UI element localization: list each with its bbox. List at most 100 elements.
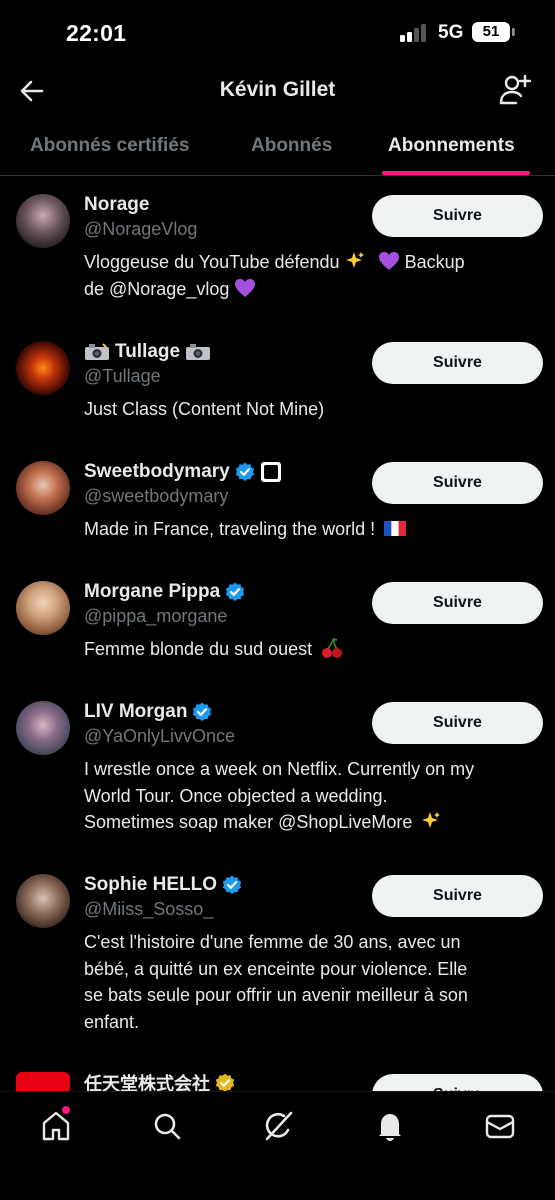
list-item[interactable]: LIV Morgan @YaOnlyLivvOnce I wrestle onc… [0, 683, 555, 856]
user-handle[interactable]: @Tullage [84, 366, 161, 387]
follow-button[interactable]: Suivre [372, 1074, 543, 1091]
user-handle[interactable]: @Miiss_Sosso_ [84, 899, 213, 920]
user-handle[interactable]: @YaOnlyLivvOnce [84, 726, 235, 747]
network-type: 5G [438, 22, 464, 43]
nav-grok[interactable] [260, 1108, 296, 1144]
user-handle[interactable]: @pippa_morgane [84, 606, 227, 627]
nav-search[interactable] [149, 1108, 185, 1144]
add-user-icon [499, 74, 532, 105]
tab-bar: Abonnés certifiés Abonnés Abonnements [0, 118, 555, 176]
follow-button[interactable]: Suivre [372, 342, 543, 384]
user-bio: Made in France, traveling the world ! [84, 516, 539, 543]
follow-button[interactable]: Suivre [372, 582, 543, 624]
bio-line: Just Class (Content Not Mine) [84, 399, 325, 419]
list-item[interactable]: 任天堂株式会社 Suivre [0, 1054, 555, 1091]
active-tab-indicator [382, 171, 530, 175]
user-bio: Femme blonde du sud ouest [84, 636, 539, 663]
user-name: Sweetbodymary [84, 461, 230, 482]
user-name-line: Tullage [84, 339, 216, 365]
user-name-line: Sweetbodymary [84, 459, 281, 485]
affiliate-label-icon [260, 462, 281, 482]
header: Kévin Gillet [0, 64, 555, 118]
nav-notifications[interactable] [372, 1108, 408, 1144]
follow-button[interactable]: Suivre [372, 702, 543, 744]
user-name: Tullage [115, 341, 181, 362]
bio-line: bébé, a quitté un ex enceinte pour viole… [84, 958, 468, 979]
user-name-line: Morgane Pippa [84, 579, 245, 605]
status-time: 22:01 [66, 20, 127, 46]
list-item[interactable]: Sophie HELLO @Miiss_Sosso_ C'est l'histo… [0, 856, 555, 1054]
list-item[interactable]: Norage @NorageVlog Vloggeuse du YouTube … [0, 176, 555, 323]
camera-icon [186, 344, 211, 360]
bio-line: C'est l'histoire d'une femme de 30 ans, … [84, 932, 461, 952]
user-handle[interactable]: @NorageVlog [84, 219, 197, 240]
bio-word: Backup [404, 252, 465, 272]
avatar[interactable] [16, 461, 70, 515]
follow-button[interactable]: Suivre [372, 875, 543, 917]
tab-following[interactable]: Abonnements [388, 118, 515, 176]
user-name: 任天堂株式会社 [84, 1074, 210, 1091]
user-name: Morgane Pippa [84, 581, 221, 602]
verified-gold-badge-icon [215, 1073, 235, 1091]
search-icon [154, 1113, 181, 1140]
user-name-line: 任天堂株式会社 [84, 1070, 235, 1091]
avatar[interactable] [16, 1072, 70, 1091]
user-name: Norage [84, 194, 150, 215]
purple-heart-icon [378, 252, 399, 270]
user-name: LIV Morgan [84, 701, 188, 722]
avatar[interactable] [16, 701, 70, 755]
bio-line: enfant. [84, 1011, 140, 1032]
list-item[interactable]: Morgane Pippa @pippa_morgane Femme blond… [0, 563, 555, 683]
bio-line: Vloggeuse du YouTube défendu [84, 252, 340, 272]
grok-icon [265, 1111, 293, 1141]
home-icon [42, 1111, 70, 1141]
bio-line: Sometimes soap maker @ShopLiveMore [84, 812, 413, 832]
list-item[interactable]: Tullage @Tullage Just Class (Content Not… [0, 323, 555, 443]
user-handle[interactable]: @sweetbodymary [84, 486, 228, 507]
tab-followers[interactable]: Abonnés [251, 118, 332, 176]
status-bar: 22:01 5G 51 [0, 0, 555, 64]
verified-badge-icon [193, 702, 212, 722]
page-title: Kévin Gillet [219, 78, 336, 101]
battery-icon: 51 [472, 22, 510, 42]
nav-messages[interactable] [482, 1108, 518, 1144]
user-bio: Vloggeuse du YouTube défendu Backup de @… [84, 249, 539, 302]
sparkles-icon [345, 252, 364, 268]
camera-flash-icon [85, 343, 109, 360]
add-user-button[interactable] [496, 72, 532, 108]
bio-line: de @Norage_vlog [84, 278, 230, 299]
follow-button[interactable]: Suivre [372, 462, 543, 504]
list-item[interactable]: Sweetbodymary @sweetbodymary Made in Fra… [0, 443, 555, 563]
battery-cap [512, 28, 515, 36]
user-name-line: Sophie HELLO [84, 872, 242, 898]
nav-home[interactable] [38, 1108, 74, 1144]
mail-icon [485, 1114, 515, 1139]
user-bio: C'est l'histoire d'une femme de 30 ans, … [84, 929, 539, 1035]
user-name-line: LIV Morgan [84, 699, 212, 725]
bio-line: se bats seule pour offrir un avenir meil… [84, 985, 468, 1005]
cherries-icon [322, 638, 343, 658]
bell-icon [379, 1114, 401, 1141]
cellular-signal-icon [400, 24, 430, 42]
user-name: Sophie HELLO [84, 874, 217, 895]
verified-badge-icon [222, 875, 242, 895]
verified-badge-icon [235, 462, 254, 482]
france-flag-icon [384, 521, 407, 536]
bio-line: Femme blonde du sud ouest [84, 639, 313, 659]
home-notification-dot [62, 1106, 70, 1114]
follow-button[interactable]: Suivre [372, 195, 543, 237]
avatar[interactable] [16, 194, 70, 248]
verified-badge-icon [225, 582, 245, 602]
avatar[interactable] [16, 341, 70, 395]
user-bio: I wrestle once a week on Netflix. Curren… [84, 756, 539, 836]
bio-line: Made in France, traveling the world ! [84, 519, 376, 539]
avatar[interactable] [16, 874, 70, 928]
sparkles-icon [422, 812, 441, 828]
user-name-line: Norage [84, 192, 149, 218]
bio-line: World Tour. Once objected a wedding. [84, 785, 388, 806]
tab-verified-followers[interactable]: Abonnés certifiés [30, 118, 189, 176]
purple-heart-icon [235, 278, 256, 297]
following-list: Norage @NorageVlog Vloggeuse du YouTube … [0, 176, 555, 1091]
avatar[interactable] [16, 581, 70, 635]
bio-line: I wrestle once a week on Netflix. Curren… [84, 759, 475, 779]
